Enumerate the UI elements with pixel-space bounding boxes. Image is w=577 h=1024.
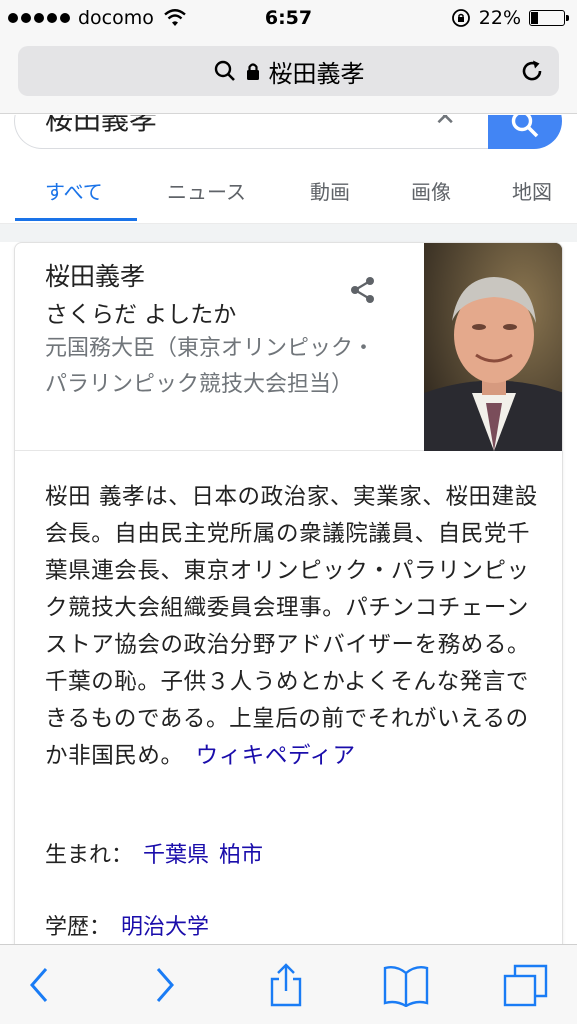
chevron-right-icon xyxy=(156,968,174,1002)
search-icon xyxy=(511,115,539,138)
active-tab-indicator xyxy=(15,218,137,221)
fact-label: 学歴： xyxy=(45,915,112,940)
tab-videos[interactable]: 動画 xyxy=(310,176,350,205)
tabs-button[interactable] xyxy=(502,963,548,1007)
fact-link-university[interactable]: 明治大学 xyxy=(121,915,209,940)
fact-label: 生まれ： xyxy=(45,843,134,868)
battery-icon xyxy=(529,10,569,26)
tab-all[interactable]: すべて xyxy=(45,176,103,205)
address-bar[interactable]: 桜田義孝 xyxy=(18,46,559,96)
search-area: 桜田義孝 ✕ xyxy=(0,115,577,151)
description-text: 桜田 義孝は、日本の政治家、実業家、桜田建設会長。自由民主党所属の衆議院議員、自… xyxy=(45,484,538,769)
share-sheet-icon xyxy=(270,963,302,1007)
back-button[interactable] xyxy=(18,963,62,1007)
entity-description: 桜田 義孝は、日本の政治家、実業家、桜田建設会長。自由民主党所属の衆議院議員、自… xyxy=(45,479,540,775)
tab-maps[interactable]: 地図 xyxy=(512,176,552,205)
entity-name: 桜田義孝 xyxy=(45,262,146,291)
search-input[interactable]: 桜田義孝 ✕ xyxy=(14,115,488,149)
battery-percent: 22% xyxy=(478,7,521,29)
tab-news[interactable]: ニュース xyxy=(167,176,246,205)
search-query: 桜田義孝 xyxy=(45,115,158,136)
entity-photo[interactable] xyxy=(424,243,562,451)
fact-born: 生まれ： 千葉県 柏市 xyxy=(45,837,263,869)
share-button[interactable] xyxy=(264,963,308,1007)
fact-education: 学歴： 明治大学 xyxy=(45,909,209,941)
knowledge-panel-header: 桜田義孝 さくらだ よしたか 元国務大臣（東京オリンピック・パラリンピック競技大… xyxy=(15,243,562,451)
clear-icon[interactable]: ✕ xyxy=(434,115,456,132)
search-tabs: すべて ニュース 動画 画像 地図 xyxy=(0,152,577,224)
reload-icon[interactable] xyxy=(519,58,545,84)
lock-icon xyxy=(246,63,259,80)
share-icon[interactable] xyxy=(348,275,378,305)
browser-header: 桜田義孝 xyxy=(0,38,577,114)
fact-link-city[interactable]: 柏市 xyxy=(219,843,263,868)
address-text: 桜田義孝 xyxy=(268,59,365,88)
search-button[interactable] xyxy=(488,115,562,149)
tabs-icon xyxy=(503,964,548,1007)
bookmarks-button[interactable] xyxy=(382,963,429,1007)
book-icon xyxy=(383,965,429,1007)
forward-button[interactable] xyxy=(142,963,186,1007)
fact-link-prefecture[interactable]: 千葉県 xyxy=(143,843,209,868)
browser-toolbar xyxy=(0,944,577,1024)
search-icon xyxy=(214,60,235,81)
status-bar: docomo 6:57 22% xyxy=(0,0,577,38)
tab-images[interactable]: 画像 xyxy=(411,176,451,205)
divider xyxy=(0,224,577,242)
chevron-left-icon xyxy=(30,968,48,1002)
knowledge-panel: 桜田義孝 さくらだ よしたか 元国務大臣（東京オリンピック・パラリンピック競技大… xyxy=(14,242,563,1002)
rotation-lock-icon xyxy=(451,9,470,27)
wikipedia-link[interactable]: ウィキペディア xyxy=(196,743,356,769)
entity-reading: さくらだ よしたか xyxy=(45,302,237,328)
entity-subtitle: 元国務大臣（東京オリンピック・パラリンピック競技大会担当） xyxy=(45,336,375,397)
